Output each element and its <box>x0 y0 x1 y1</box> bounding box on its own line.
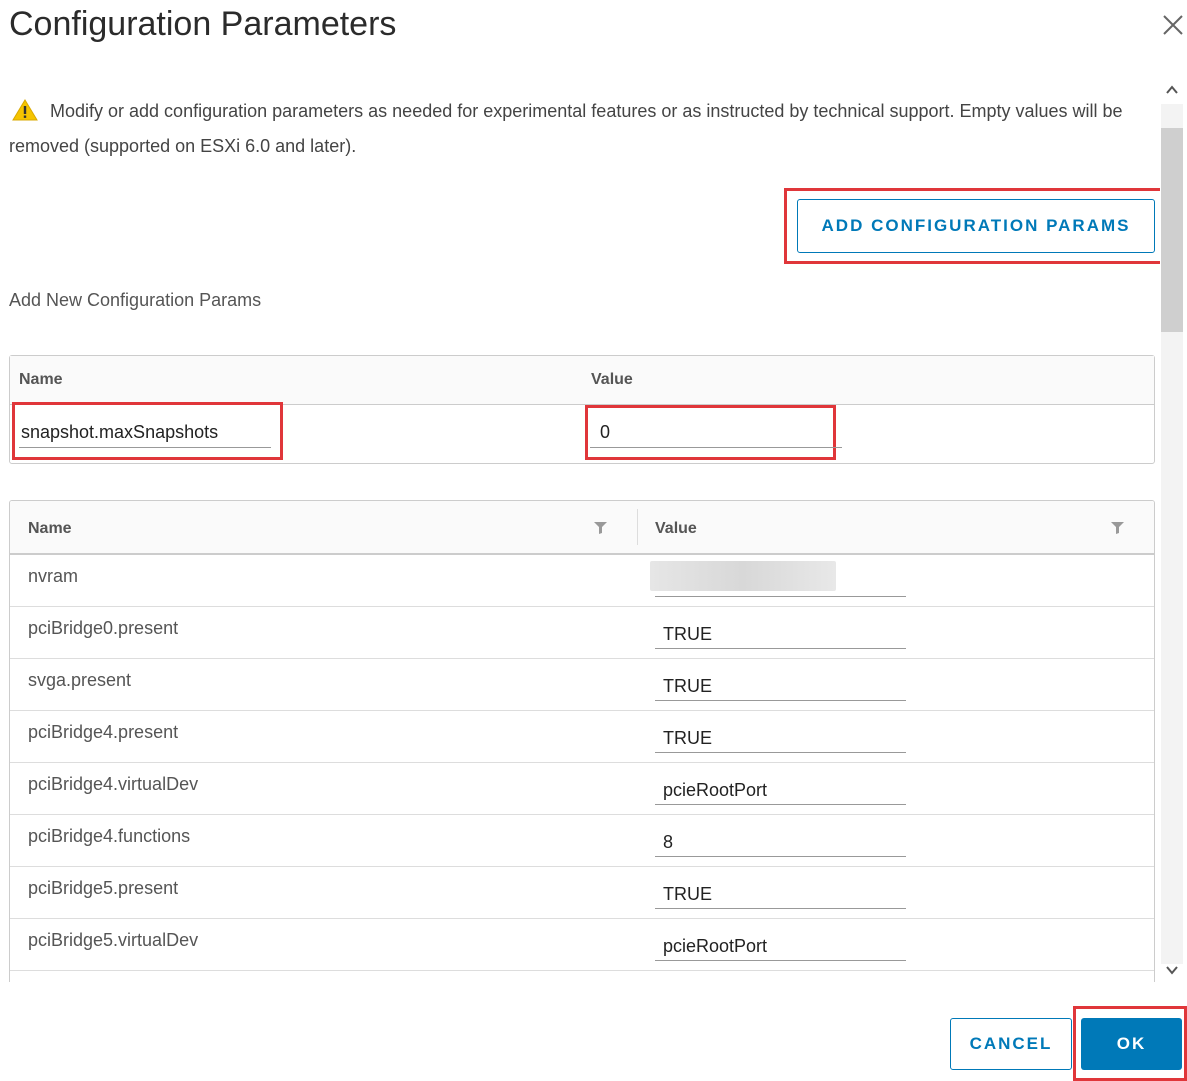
ok-button-highlight: OK <box>1073 1006 1187 1081</box>
close-button[interactable] <box>1158 10 1187 40</box>
vertical-scrollbar[interactable] <box>1160 78 1184 982</box>
dialog-body: Modify or add configuration parameters a… <box>0 78 1160 982</box>
params-grid: Name Value nvram pciBridge0.present svga… <box>9 500 1155 982</box>
param-value-input[interactable] <box>655 721 906 753</box>
param-name: pciBridge4.virtualDev <box>28 774 199 794</box>
table-row: pciBridge5.present <box>10 867 1154 919</box>
param-value-input[interactable] <box>655 617 906 649</box>
param-name: pciBridge4.present <box>28 722 179 742</box>
ok-button[interactable]: OK <box>1081 1018 1182 1070</box>
table-row: svga.present <box>10 659 1154 711</box>
new-params-col-name: Name <box>19 371 63 388</box>
param-value-input[interactable] <box>655 825 906 857</box>
table-row: pciBridge4.functions <box>10 815 1154 867</box>
table-row: pciBridge4.present <box>10 711 1154 763</box>
scroll-up-icon[interactable] <box>1164 82 1180 98</box>
param-value-input[interactable] <box>655 565 906 597</box>
params-col-name: Name <box>28 520 72 537</box>
warning-icon <box>12 99 38 121</box>
dialog-title: Configuration Parameters <box>9 5 397 43</box>
cancel-button[interactable]: CANCEL <box>950 1018 1072 1070</box>
table-row: nvram <box>10 555 1154 607</box>
table-row: pciBridge0.present <box>10 607 1154 659</box>
add-configuration-params-button[interactable]: ADD CONFIGURATION PARAMS <box>797 199 1155 253</box>
param-name: pciBridge5.present <box>28 878 179 898</box>
filter-icon[interactable] <box>594 522 607 534</box>
new-params-header: Name Value <box>10 356 1154 405</box>
params-grid-header: Name Value <box>10 501 1154 555</box>
new-params-col-value: Value <box>591 371 633 388</box>
param-name: svga.present <box>28 670 132 690</box>
param-name: pciBridge0.present <box>28 618 179 638</box>
filter-icon[interactable] <box>1111 522 1124 534</box>
param-name: nvram <box>28 566 79 586</box>
column-separator[interactable] <box>637 509 638 545</box>
param-name: pciBridge5.virtualDev <box>28 930 199 950</box>
param-value-input[interactable] <box>655 929 906 961</box>
new-param-value-input[interactable] <box>590 418 842 448</box>
params-col-value: Value <box>655 520 697 537</box>
notice: Modify or add configuration parameters a… <box>9 94 1157 164</box>
param-value-input[interactable] <box>655 877 906 909</box>
scrollbar-thumb[interactable] <box>1161 128 1183 332</box>
new-params-grid: Name Value <box>9 355 1155 464</box>
notice-text: Modify or add configuration parameters a… <box>9 101 1123 156</box>
scroll-down-icon[interactable] <box>1164 962 1180 978</box>
table-row: pciBridge4.virtualDev <box>10 763 1154 815</box>
close-icon <box>1163 15 1183 35</box>
new-params-section-label: Add New Configuration Params <box>9 290 262 310</box>
param-value-input[interactable] <box>655 669 906 701</box>
new-param-name-input[interactable] <box>19 418 271 448</box>
param-value-input[interactable] <box>655 773 906 805</box>
table-row: pciBridge5.virtualDev <box>10 919 1154 971</box>
add-button-highlight: ADD CONFIGURATION PARAMS <box>784 188 1160 264</box>
param-name: pciBridge4.functions <box>28 826 191 846</box>
